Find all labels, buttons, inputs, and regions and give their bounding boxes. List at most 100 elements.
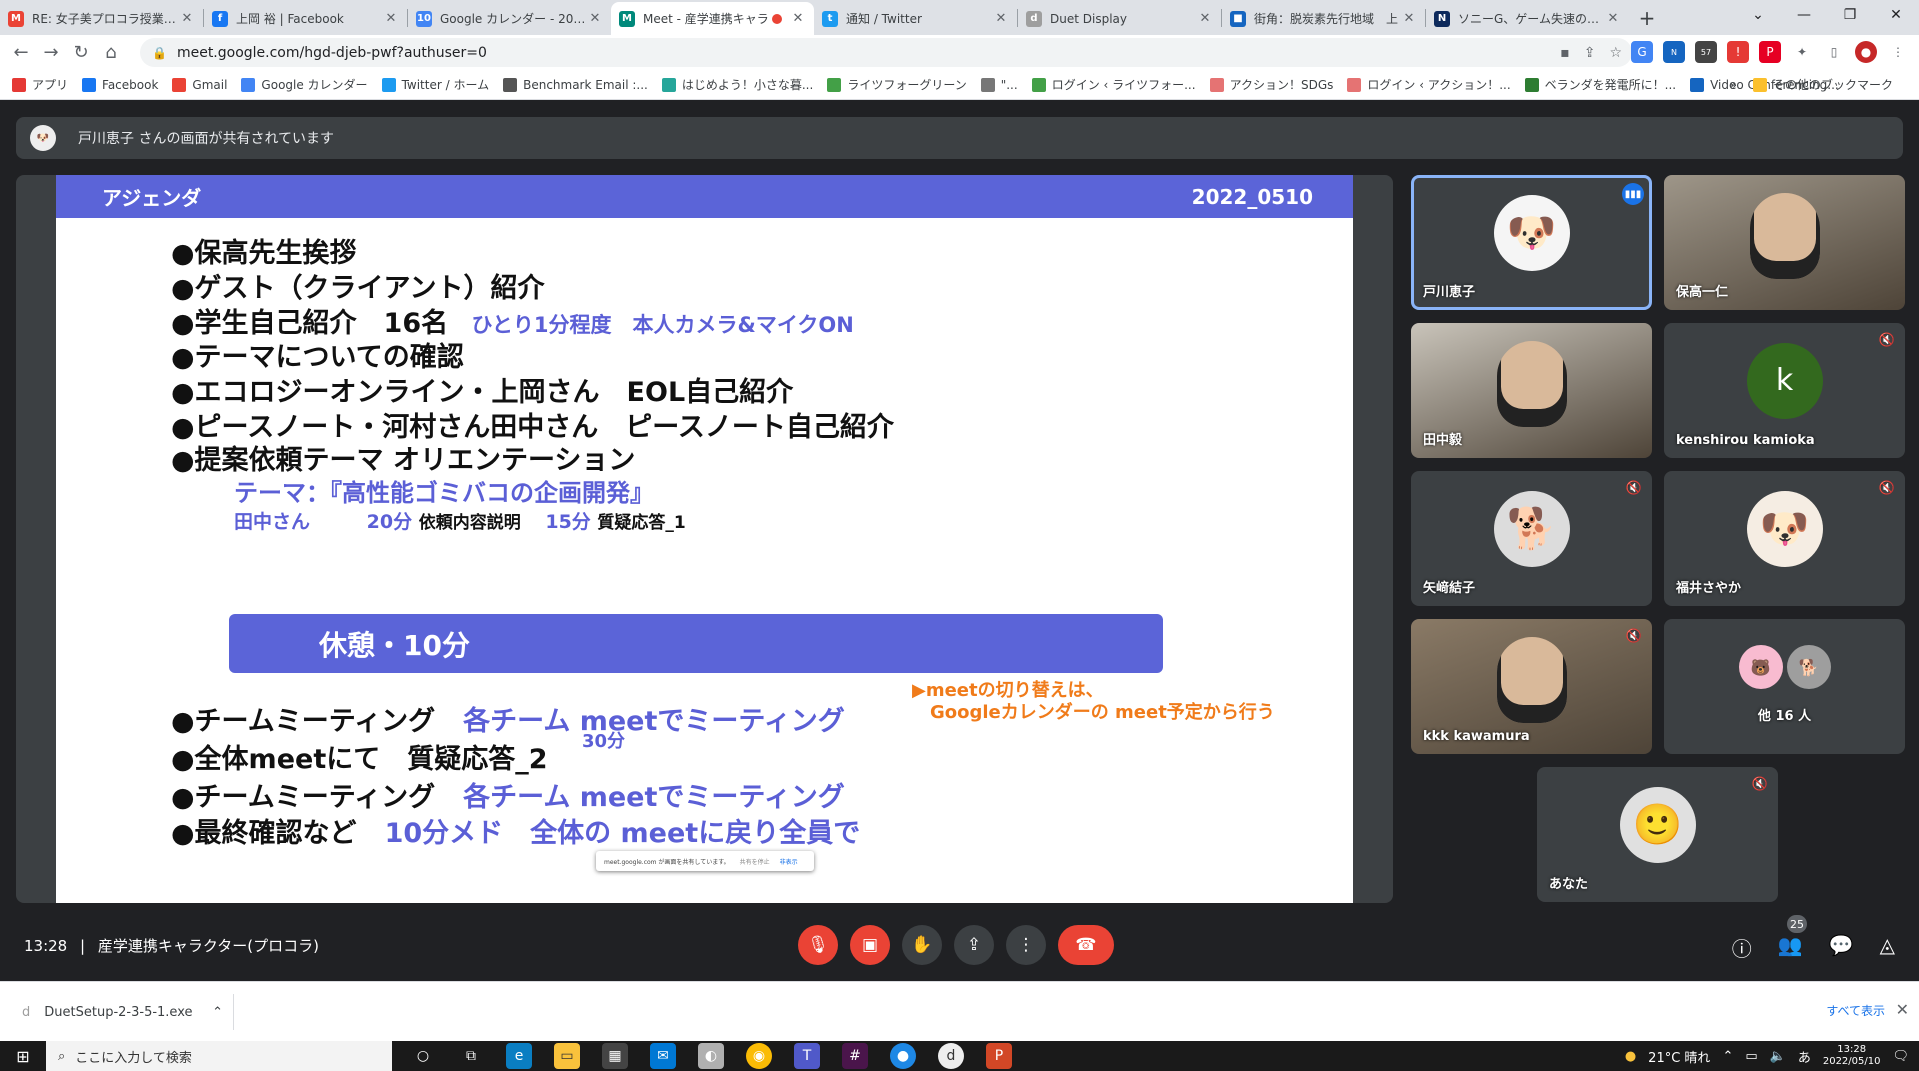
download-item[interactable]: d DuetSetup-2-3-5-1.exe ⌃ — [12, 994, 234, 1030]
mic-off-button[interactable]: 🎙 — [798, 925, 838, 965]
participant-tile[interactable]: 🐶 戸川恵子 ▮▮▮ — [1411, 175, 1652, 310]
bookmark-item[interactable]: ログイン ‹ アクション！... — [1347, 76, 1511, 93]
info-icon[interactable]: ! — [1727, 41, 1749, 63]
close-window-button[interactable]: ✕ — [1873, 0, 1919, 30]
participant-tile[interactable]: 🙂 あなた 🔇 — [1537, 767, 1778, 902]
back-icon[interactable]: ← — [6, 42, 36, 63]
participant-tile[interactable]: k kenshirou kamioka 🔇 — [1664, 323, 1905, 458]
hide-button[interactable]: 非表示 — [780, 857, 798, 866]
volume-icon[interactable]: 🔈 — [1770, 1049, 1786, 1064]
bookmark-item[interactable]: はじめよう！小さな暮... — [661, 76, 813, 93]
close-tab-icon[interactable]: ✕ — [993, 11, 1009, 26]
browser-tab[interactable]: t 通知 / Twitter ✕ — [814, 2, 1017, 35]
more-options-button[interactable]: ⋮ — [1006, 925, 1046, 965]
stop-sharing-button[interactable]: 共有を停止 — [740, 857, 770, 866]
participant-tile[interactable]: 保高一仁 — [1664, 175, 1905, 310]
raise-hand-button[interactable]: ✋ — [902, 925, 942, 965]
other-bookmarks[interactable]: その他のブックマーク — [1752, 76, 1893, 93]
duet-icon[interactable]: d — [938, 1043, 964, 1069]
participant-tile[interactable]: 田中毅 — [1411, 323, 1652, 458]
url-text[interactable]: meet.google.com/hgd-djeb-pwf?authuser=0 — [177, 45, 487, 61]
present-button[interactable]: ⇪ — [954, 925, 994, 965]
mail-icon[interactable]: ✉ — [650, 1043, 676, 1069]
meeting-details-icon[interactable]: ⓘ — [1732, 933, 1752, 962]
taskbar-search[interactable]: ⌕ ここに入力して検索 — [46, 1041, 392, 1071]
edge-icon[interactable]: e — [506, 1043, 532, 1069]
bookmark-star-icon[interactable]: ☆ — [1609, 45, 1622, 61]
close-tab-icon[interactable]: ✕ — [1401, 11, 1417, 26]
close-tab-icon[interactable]: ✕ — [179, 11, 195, 26]
bookmark-item[interactable]: Gmail — [172, 76, 227, 93]
browser-tab[interactable]: ■ 街角：脱炭素先行地域 上 ✕ — [1222, 2, 1425, 35]
taskbar-clock[interactable]: 13:28 2022/05/10 — [1823, 1044, 1881, 1068]
profile-avatar[interactable]: ● — [1855, 41, 1877, 63]
store-icon[interactable]: ▦ — [602, 1043, 628, 1069]
participant-tile[interactable]: kkk kawamura 🔇 — [1411, 619, 1652, 754]
chrome-icon[interactable]: ◉ — [746, 1043, 772, 1069]
weather-text[interactable]: 21°C 晴れ — [1648, 1047, 1710, 1066]
browser-tab[interactable]: 10 Google カレンダー - 2022年 ✕ — [408, 2, 611, 35]
app-icon[interactable]: ◐ — [698, 1043, 724, 1069]
address-bar[interactable]: 🔒 meet.google.com/hgd-djeb-pwf?authuser=… — [140, 38, 1632, 67]
bookmark-item[interactable]: Benchmark Email :... — [503, 76, 648, 93]
bookmark-item[interactable]: Google カレンダー — [241, 76, 368, 93]
participant-tile[interactable]: 🐕 矢﨑結子 🔇 — [1411, 471, 1652, 606]
tab-search-icon[interactable]: ⌄ — [1735, 0, 1781, 30]
notification-icon[interactable]: 🗨 — [1892, 1049, 1909, 1064]
close-icon[interactable]: ✕ — [1896, 1000, 1909, 1019]
bookmark-item[interactable]: Facebook — [82, 76, 158, 93]
menu-icon[interactable]: ⋮ — [1887, 41, 1909, 63]
participant-tile[interactable]: 🐶 福井さやか 🔇 — [1664, 471, 1905, 606]
browser-tab[interactable]: f 上岡 裕 | Facebook ✕ — [204, 2, 407, 35]
restore-button[interactable]: ❐ — [1827, 0, 1873, 30]
close-tab-icon[interactable]: ✕ — [383, 11, 399, 26]
participant-tile[interactable]: 🐻 🐕 他 16 人 — [1664, 619, 1905, 754]
new-icon[interactable]: N — [1663, 41, 1685, 63]
bookmarks-more-icon[interactable]: » — [1730, 78, 1737, 92]
cortana-icon[interactable]: ○ — [410, 1043, 436, 1069]
chat-icon[interactable]: 💬 — [1829, 933, 1854, 962]
new-tab-button[interactable]: + — [1633, 4, 1661, 32]
bookmark-item[interactable]: ベランダを発電所に！... — [1524, 76, 1676, 93]
browser-tab[interactable]: M Meet - 産学連携キャラ ✕ — [611, 2, 814, 35]
browser-tab[interactable]: M RE: 女子美プロコラ授業につい✕ — [0, 2, 203, 35]
reload-icon[interactable]: ↻ — [66, 42, 96, 63]
ime-mode[interactable]: あ — [1798, 1047, 1811, 1066]
minimize-button[interactable]: — — [1781, 0, 1827, 30]
close-tab-icon[interactable]: ✕ — [790, 11, 806, 26]
camera-icon[interactable]: ▪ — [1560, 45, 1570, 61]
translate-icon[interactable]: G — [1631, 41, 1653, 63]
pinterest-icon[interactable]: P — [1759, 41, 1781, 63]
forward-icon[interactable]: → — [36, 42, 66, 63]
people-icon[interactable]: 👥 — [1778, 933, 1803, 962]
teams-icon[interactable]: T — [794, 1043, 820, 1069]
task-view-icon[interactable]: ⧉ — [458, 1043, 484, 1069]
network-icon[interactable]: ▭ — [1745, 1049, 1757, 1064]
camera-off-button[interactable]: ▣ — [850, 925, 890, 965]
close-tab-icon[interactable]: ✕ — [1605, 11, 1621, 26]
leave-call-button[interactable]: ☎ — [1058, 925, 1114, 965]
home-icon[interactable]: ⌂ — [96, 42, 126, 63]
extension-badge-icon[interactable]: 57 — [1695, 41, 1717, 63]
slack-icon[interactable]: # — [842, 1043, 868, 1069]
browser-tab[interactable]: d Duet Display ✕ — [1018, 2, 1221, 35]
chevron-up-icon[interactable]: ⌃ — [1722, 1049, 1733, 1064]
powerpoint-icon[interactable]: P — [986, 1043, 1012, 1069]
presentation-area[interactable]: アジェンダ 2022_0510 ●保高先生挨拶 ●ゲスト（クライアント）紹介 ●… — [16, 175, 1393, 903]
share-icon[interactable]: ⇪ — [1584, 45, 1596, 61]
bookmark-item[interactable]: ライツフォーグリーン — [827, 76, 967, 93]
close-tab-icon[interactable]: ✕ — [587, 11, 603, 26]
side-panel-icon[interactable]: ▯ — [1823, 41, 1845, 63]
windows-start-icon[interactable]: ⊞ — [0, 1047, 46, 1066]
bookmark-item[interactable]: ログイン ‹ ライツフォー... — [1031, 76, 1196, 93]
browser-tab[interactable]: N ソニーG、ゲーム失速の懸念 ✕ — [1426, 2, 1629, 35]
show-all-link[interactable]: すべて表示 — [1826, 1002, 1885, 1019]
bookmark-item[interactable]: アプリ — [12, 76, 68, 93]
close-tab-icon[interactable]: ✕ — [1197, 11, 1213, 26]
bookmark-item[interactable]: Twitter / ホーム — [381, 76, 489, 93]
lock-icon[interactable]: 🔒 — [152, 46, 167, 60]
bookmark-item[interactable]: "... — [980, 76, 1018, 93]
chevron-up-icon[interactable]: ⌃ — [212, 1005, 223, 1020]
bookmark-item[interactable]: アクション！SDGs — [1209, 76, 1333, 93]
activities-icon[interactable]: ◬ — [1880, 933, 1895, 962]
